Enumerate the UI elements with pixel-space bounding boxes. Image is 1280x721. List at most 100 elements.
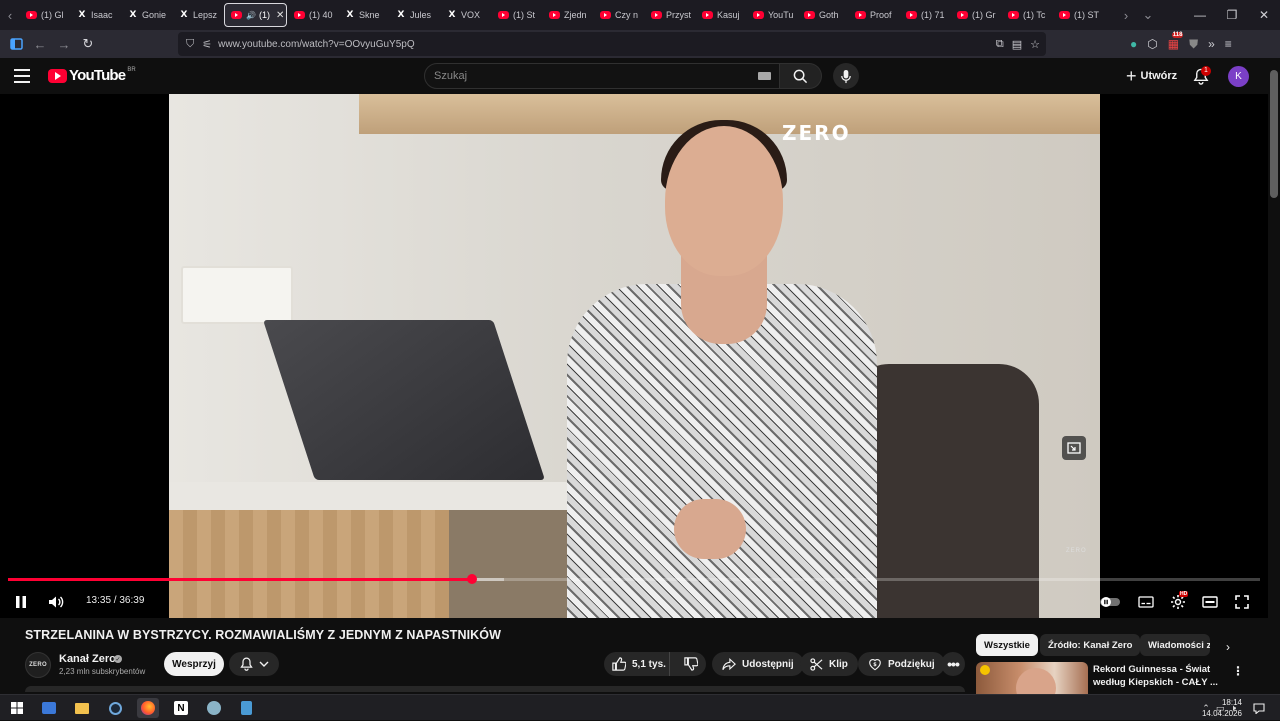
picture-in-picture-icon[interactable]: ⧉ — [996, 38, 1004, 51]
taskbar-tool-icon[interactable] — [203, 698, 225, 718]
channel-avatar[interactable]: ZERO — [25, 652, 51, 678]
firefox-icon[interactable] — [137, 698, 159, 718]
browser-tab[interactable]: Proof — [849, 3, 899, 27]
like-button[interactable]: 5,1 tys. — [604, 652, 671, 676]
subscription-notifications-button[interactable] — [229, 652, 279, 676]
url-text[interactable]: www.youtube.com/watch?v=OOvyuGuY5pQ — [218, 39, 414, 50]
chips-next-chevron-icon[interactable]: › — [1218, 637, 1238, 657]
app-menu-icon[interactable]: ≡ — [1225, 37, 1232, 51]
browser-tab[interactable]: Zjedn — [543, 3, 593, 27]
browser-tab[interactable]: (1) Gr — [951, 3, 1001, 27]
chip-source-channel[interactable]: Źródło: Kanał Zero — [1040, 634, 1141, 656]
browser-tab[interactable]: Przyst — [645, 3, 695, 27]
browser-tab[interactable]: (1) Gl — [20, 3, 70, 27]
recommended-video-title[interactable]: Rekord Guinnessa - Świat według Kiepskic… — [1093, 664, 1223, 689]
browser-tab[interactable]: X Isaac — [71, 3, 121, 27]
browser-tab[interactable]: (1) 71 — [900, 3, 950, 27]
search-input[interactable] — [434, 70, 744, 82]
more-tools-chevron-icon[interactable]: » — [1208, 37, 1215, 51]
calculator-icon[interactable] — [235, 698, 257, 718]
minimize-icon[interactable]: — — [1184, 0, 1216, 30]
restore-icon[interactable]: ❐ — [1216, 0, 1248, 30]
browser-tab[interactable]: YouTu — [747, 3, 797, 27]
pause-button[interactable] — [9, 590, 33, 614]
clip-button[interactable]: Klip — [800, 652, 858, 676]
tab-close-icon[interactable]: ✕ — [276, 10, 284, 21]
fullscreen-icon — [1235, 595, 1249, 609]
guide-menu-icon[interactable] — [14, 66, 34, 86]
search-button[interactable] — [780, 63, 822, 89]
taskbar-app-icon[interactable] — [38, 698, 60, 718]
chip-all[interactable]: Wszystkie — [976, 634, 1038, 656]
autoplay-toggle[interactable] — [1098, 590, 1122, 614]
notion-icon[interactable]: N — [170, 698, 192, 718]
chip-news[interactable]: Wiadomości z — [1140, 634, 1210, 656]
extensions-puzzle-icon[interactable]: ⬡ — [1147, 37, 1157, 51]
tabs-scroll-right-icon[interactable]: › — [1116, 0, 1136, 30]
file-explorer-icon[interactable] — [71, 698, 93, 718]
tab-label: (1) 71 — [921, 10, 945, 20]
thanks-button[interactable]: $ Podziękuj — [858, 652, 945, 676]
mute-button[interactable] — [44, 590, 68, 614]
description-box[interactable] — [25, 686, 965, 692]
fullscreen-button[interactable] — [1230, 590, 1254, 614]
create-button[interactable]: + Utwórz — [1116, 63, 1187, 89]
browser-tab[interactable]: X Lepsz — [173, 3, 223, 27]
video-frame[interactable] — [169, 94, 1100, 618]
browser-tab[interactable]: Goth — [798, 3, 848, 27]
browser-tab[interactable]: Czy n — [594, 3, 644, 27]
taskbar-clock[interactable]: 18:14 14.04.2026 — [1198, 697, 1242, 719]
extension-globe-icon[interactable]: ● — [1130, 37, 1137, 51]
forward-icon[interactable]: → — [52, 32, 76, 56]
ublock-shield-icon[interactable]: ⛊ — [1189, 37, 1198, 52]
tab-list-dropdown-icon[interactable]: ⌄ — [1138, 0, 1158, 30]
browser-tab[interactable]: Kasuj — [696, 3, 746, 27]
extension-badge-icon[interactable]: ▦ 118 — [1168, 32, 1184, 51]
account-avatar[interactable]: K — [1228, 66, 1249, 87]
miniplayer-button[interactable] — [1062, 436, 1086, 460]
bookmark-star-icon[interactable]: ☆ — [1030, 38, 1040, 51]
browser-tab[interactable]: (1) ST — [1053, 3, 1103, 27]
recommended-more-vertical-icon[interactable]: ⋮ — [1232, 664, 1244, 678]
more-actions-button[interactable]: ••• — [941, 652, 965, 676]
notification-center-icon[interactable] — [1250, 699, 1268, 717]
search-box — [424, 63, 780, 89]
site-permissions-icon[interactable]: ⚟ — [202, 38, 212, 51]
tab-audio-playing-icon[interactable]: 🔊 — [246, 11, 256, 20]
browser-tab[interactable]: X VOX — [441, 3, 491, 27]
reload-icon[interactable]: ↻ — [76, 32, 100, 56]
recommended-video-thumbnail[interactable] — [976, 662, 1088, 694]
tab-label: Goth — [819, 10, 839, 20]
start-windows-icon[interactable] — [6, 698, 28, 718]
page-scrollbar-thumb[interactable] — [1270, 70, 1278, 198]
keyboard-icon[interactable] — [758, 72, 771, 80]
dislike-button[interactable] — [676, 652, 706, 676]
settings-button[interactable]: HD — [1166, 590, 1190, 614]
browser-tab[interactable]: (1) Tc — [1002, 3, 1052, 27]
theater-mode-button[interactable] — [1198, 590, 1222, 614]
subtitles-button[interactable] — [1134, 590, 1158, 614]
voice-search-button[interactable] — [833, 63, 859, 89]
youtube-logo[interactable]: YouTube BR — [48, 67, 136, 84]
browser-tab[interactable]: (1) 40 — [288, 3, 338, 27]
back-icon[interactable]: ← — [28, 32, 52, 56]
share-button[interactable]: Udostępnij — [712, 652, 804, 676]
browser-tab[interactable]: X Jules — [390, 3, 440, 27]
browser-tab[interactable]: X Gonie — [122, 3, 172, 27]
channel-name[interactable]: Kanał Zero — [59, 653, 116, 665]
steam-icon[interactable] — [104, 698, 126, 718]
window-controls: — ❐ ✕ — [1184, 0, 1280, 30]
sidebar-toggle-icon[interactable] — [4, 32, 28, 56]
support-button[interactable]: Wesprzyj — [164, 652, 224, 676]
address-bar[interactable]: ⛉ ⚟ www.youtube.com/watch?v=OOvyuGuY5pQ … — [178, 32, 1046, 56]
close-window-icon[interactable]: ✕ — [1248, 0, 1280, 30]
shield-icon[interactable]: ⛉ — [186, 38, 194, 51]
video-player[interactable]: ZERO ZERO 13:35 / 36:39 HD — [0, 94, 1268, 618]
tabs-scroll-left-icon[interactable]: ‹ — [0, 0, 20, 30]
progress-bar[interactable] — [8, 574, 1260, 584]
browser-tab-active[interactable]: 🔊 (1) ✕ — [224, 3, 287, 27]
browser-tab[interactable]: X Skne — [339, 3, 389, 27]
reader-view-icon[interactable]: ▤ — [1012, 38, 1022, 51]
youtube-favicon-icon — [906, 11, 917, 19]
browser-tab[interactable]: (1) St — [492, 3, 542, 27]
